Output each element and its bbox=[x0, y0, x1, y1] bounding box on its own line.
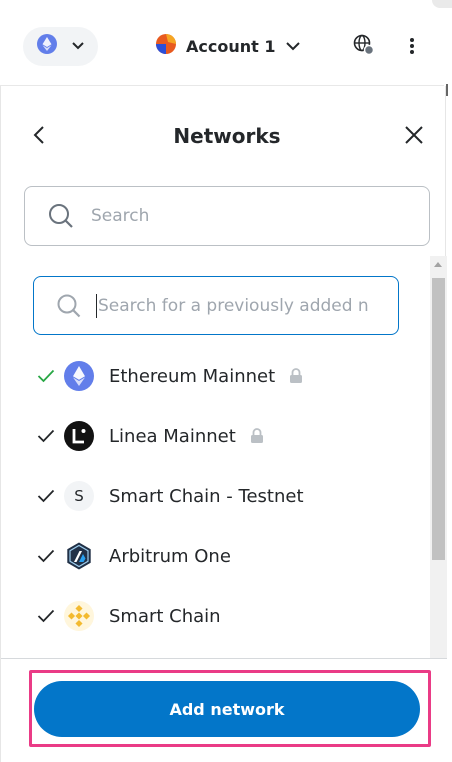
lock-icon bbox=[289, 368, 303, 384]
check-icon bbox=[37, 549, 55, 563]
scrollbar[interactable] bbox=[430, 256, 447, 658]
avatar-letter: S bbox=[74, 487, 84, 505]
check-icon bbox=[37, 489, 55, 503]
search-icon bbox=[56, 293, 82, 319]
lock-icon bbox=[250, 428, 264, 444]
network-item-ethereum-mainnet[interactable]: Ethereum Mainnet bbox=[1, 346, 429, 406]
modal-footer: Add network bbox=[1, 658, 447, 762]
linea-icon bbox=[64, 421, 94, 451]
networks-modal: Networks Search for a previously added n bbox=[0, 86, 447, 762]
check-icon bbox=[37, 609, 55, 623]
chevron-down-icon bbox=[71, 38, 85, 56]
letter-s-avatar: S bbox=[64, 481, 94, 511]
edge-mark bbox=[446, 84, 448, 96]
modal-title: Networks bbox=[173, 124, 281, 148]
check-icon bbox=[37, 369, 55, 383]
network-name: Smart Chain bbox=[109, 605, 221, 627]
network-name: Ethereum Mainnet bbox=[109, 365, 276, 387]
globe-icon[interactable] bbox=[353, 34, 375, 56]
bnb-icon bbox=[64, 601, 94, 631]
network-picker-button[interactable] bbox=[23, 27, 98, 66]
scrollbar-thumb[interactable] bbox=[432, 278, 445, 560]
account-picker-button[interactable]: Account 1 bbox=[156, 34, 301, 59]
text-cursor bbox=[96, 293, 97, 318]
window-corner bbox=[432, 0, 452, 8]
previous-network-search-field[interactable]: Search for a previously added n bbox=[33, 276, 399, 335]
network-search-field[interactable] bbox=[24, 186, 430, 246]
search-input[interactable] bbox=[91, 206, 391, 226]
network-item-smart-chain[interactable]: Smart Chain bbox=[1, 586, 429, 646]
network-name: Smart Chain - Testnet bbox=[109, 485, 304, 507]
ethereum-icon bbox=[36, 34, 57, 59]
close-icon[interactable] bbox=[403, 124, 425, 146]
ethereum-icon bbox=[64, 361, 94, 391]
network-item-linea-mainnet[interactable]: Linea Mainnet bbox=[1, 406, 429, 466]
scroll-up-arrow-icon[interactable] bbox=[434, 262, 442, 267]
check-icon bbox=[37, 429, 55, 443]
arbitrum-icon bbox=[64, 541, 94, 571]
account-avatar-icon bbox=[156, 34, 176, 59]
network-item-smart-chain-testnet[interactable]: S Smart Chain - Testnet bbox=[1, 466, 429, 526]
account-name: Account 1 bbox=[186, 37, 276, 56]
previous-search-placeholder: Search for a previously added n bbox=[98, 295, 369, 316]
add-network-button[interactable]: Add network bbox=[34, 681, 420, 737]
kebab-menu-icon[interactable] bbox=[402, 34, 422, 58]
search-icon bbox=[47, 202, 75, 230]
network-name: Linea Mainnet bbox=[109, 425, 236, 447]
network-list: Search for a previously added n Ethereum… bbox=[1, 256, 429, 658]
chevron-down-icon bbox=[285, 38, 301, 56]
network-item-arbitrum-one[interactable]: Arbitrum One bbox=[1, 526, 429, 586]
network-name: Arbitrum One bbox=[109, 545, 231, 567]
app-header: Account 1 bbox=[0, 0, 444, 86]
